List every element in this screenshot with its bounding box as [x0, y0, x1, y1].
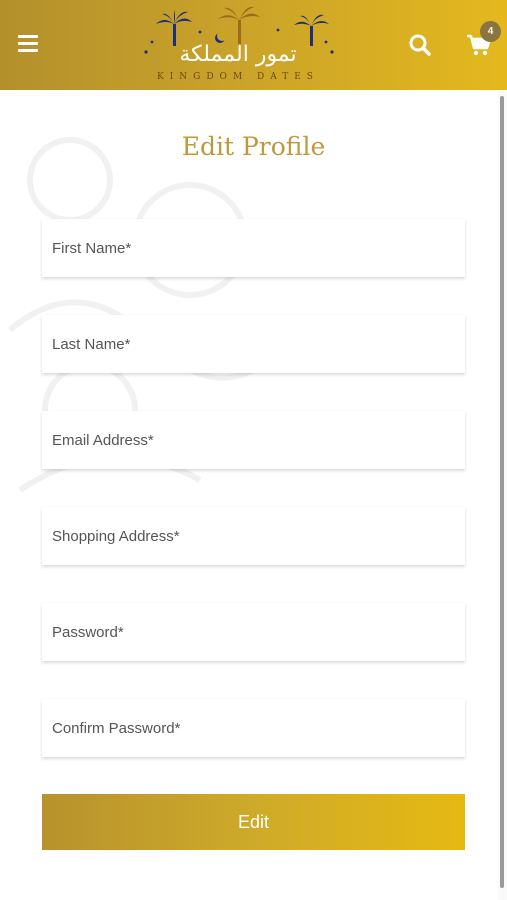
email-address-field	[42, 411, 465, 469]
app-header: تمور المملكة KINGDOM DATES	[0, 0, 507, 90]
logo-english-text: KINGDOM DATES	[157, 72, 319, 82]
first-name-input[interactable]	[42, 219, 465, 277]
hamburger-menu-icon[interactable]	[18, 35, 38, 53]
search-icon[interactable]	[408, 33, 432, 57]
edit-submit-button[interactable]: Edit	[42, 794, 465, 850]
password-field	[42, 603, 465, 661]
confirm-password-field	[42, 699, 465, 757]
shopping-address-field	[42, 507, 465, 565]
password-input[interactable]	[42, 603, 465, 661]
scrollbar-thumb[interactable]	[500, 96, 504, 888]
logo-arabic-text: تمور المملكة	[179, 42, 297, 67]
page-title: Edit Profile	[181, 132, 326, 161]
confirm-password-input[interactable]	[42, 699, 465, 757]
cart-count-badge: 4	[480, 21, 501, 42]
last-name-field	[42, 315, 465, 373]
last-name-input[interactable]	[42, 315, 465, 373]
kingdom-dates-logo[interactable]: تمور المملكة KINGDOM DATES	[138, 6, 338, 88]
shopping-address-input[interactable]	[42, 507, 465, 565]
first-name-field	[42, 219, 465, 277]
email-address-input[interactable]	[42, 411, 465, 469]
